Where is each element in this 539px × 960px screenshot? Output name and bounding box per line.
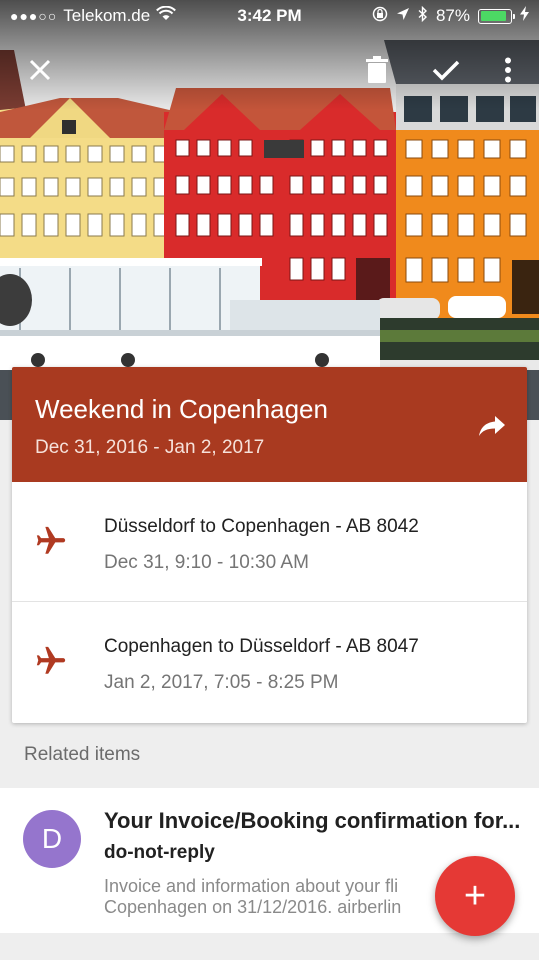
flight-title: Copenhagen to Düsseldorf - AB 8047 bbox=[104, 636, 419, 657]
status-bar: ●●●○○ Telekom.de 3:42 PM 87% bbox=[0, 0, 539, 32]
flight-time: Dec 31, 9:10 - 10:30 AM bbox=[104, 552, 309, 573]
email-subject: Your Invoice/Booking confirmation for... bbox=[104, 808, 521, 833]
avatar: D bbox=[23, 810, 81, 868]
trash-icon bbox=[366, 56, 388, 83]
more-vert-icon bbox=[505, 57, 511, 83]
add-fab-button[interactable]: + bbox=[435, 856, 515, 936]
more-options-button[interactable] bbox=[488, 50, 528, 90]
share-button[interactable] bbox=[475, 409, 509, 443]
location-arrow-icon bbox=[396, 6, 410, 26]
trip-title: Weekend in Copenhagen bbox=[35, 394, 328, 424]
email-snippet: Invoice and information about your fli C… bbox=[104, 876, 444, 918]
close-icon bbox=[29, 59, 51, 81]
flight-item-return[interactable]: Copenhagen to Düsseldorf - AB 8047 Jan 2… bbox=[12, 602, 527, 722]
check-icon bbox=[432, 60, 460, 81]
trip-header: Weekend in Copenhagen Dec 31, 2016 - Jan… bbox=[12, 367, 527, 482]
trip-dates: Dec 31, 2016 - Jan 2, 2017 bbox=[35, 437, 265, 458]
battery-percentage: 87% bbox=[435, 6, 470, 25]
email-snippet-line: Invoice and information about your fli bbox=[104, 876, 399, 896]
share-icon bbox=[479, 416, 505, 436]
delete-button[interactable] bbox=[357, 50, 397, 90]
done-button[interactable] bbox=[426, 50, 466, 90]
flight-item-outbound[interactable]: Düsseldorf to Copenhagen - AB 8042 Dec 3… bbox=[12, 482, 527, 602]
carrier-name: Telekom.de bbox=[63, 6, 151, 25]
bluetooth-icon bbox=[418, 5, 428, 27]
airplane-icon bbox=[36, 646, 66, 674]
related-items-heading: Related items bbox=[24, 744, 141, 765]
flight-title: Düsseldorf to Copenhagen - AB 8042 bbox=[104, 516, 419, 537]
signal-strength: ●●●○○ bbox=[10, 8, 58, 24]
close-button[interactable] bbox=[20, 50, 60, 90]
email-snippet-line: Copenhagen on 31/12/2016. airberlin bbox=[104, 897, 402, 917]
trip-card: Weekend in Copenhagen Dec 31, 2016 - Jan… bbox=[12, 367, 527, 723]
battery-icon bbox=[478, 8, 515, 24]
toolbar bbox=[0, 46, 539, 92]
airplane-icon bbox=[36, 526, 66, 554]
rotation-lock-icon bbox=[372, 6, 388, 27]
flight-time: Jan 2, 2017, 7:05 - 8:25 PM bbox=[104, 672, 339, 693]
battery-level bbox=[480, 11, 506, 21]
email-sender: do-not-reply bbox=[104, 842, 215, 863]
charging-icon bbox=[520, 6, 529, 26]
wifi-icon bbox=[156, 5, 177, 26]
